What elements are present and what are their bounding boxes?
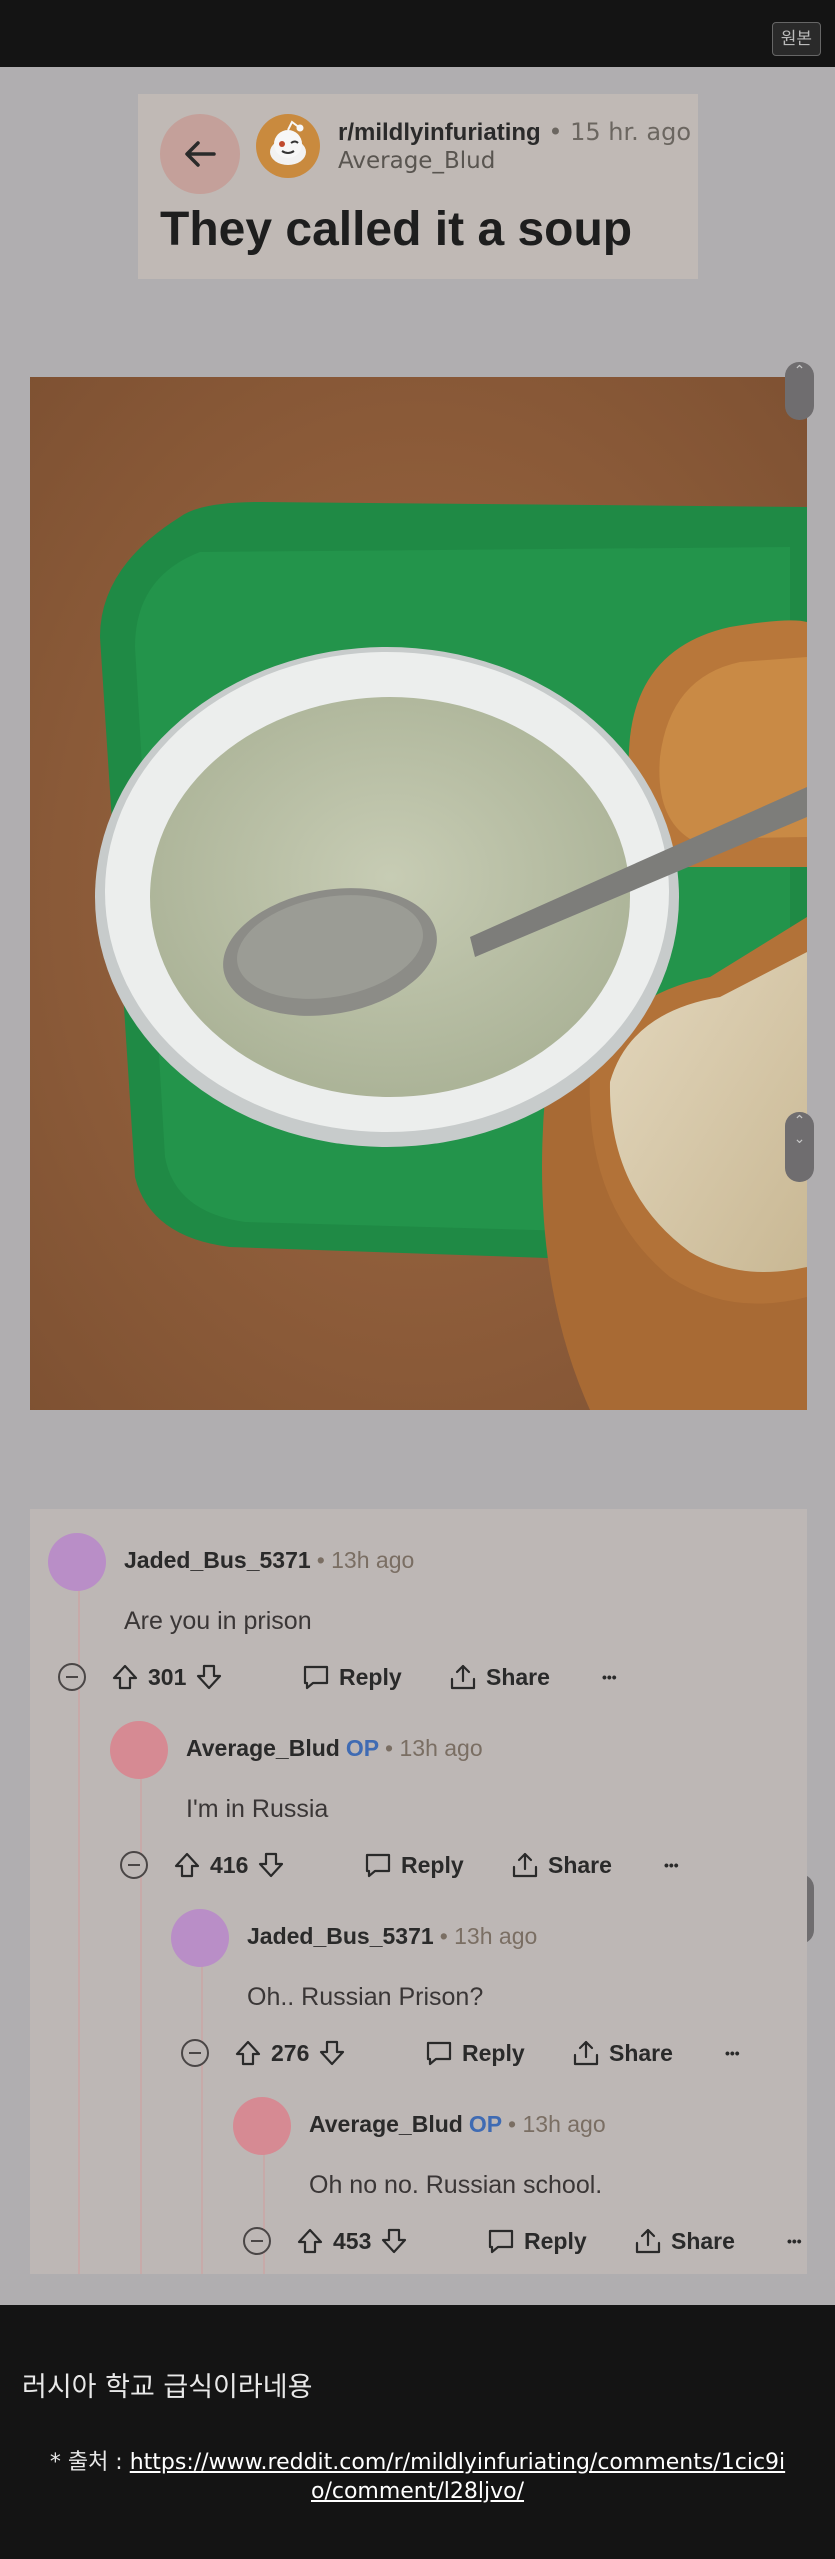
more-options-button[interactable]: ••• xyxy=(787,2221,802,2261)
comment-time: • 13h ago xyxy=(385,1735,483,1761)
share-icon xyxy=(450,1664,476,1690)
post-title: They called it a soup xyxy=(160,203,633,256)
comment-actions: 276 Reply Share ••• xyxy=(181,2033,807,2073)
upvote-icon[interactable] xyxy=(172,1850,202,1880)
vote-count: 453 xyxy=(333,2227,372,2254)
vote-group: 276 xyxy=(233,2033,347,2073)
vote-count: 416 xyxy=(210,1851,249,1878)
comment-username[interactable]: Jaded_Bus_5371 xyxy=(247,1923,434,1949)
reply-button[interactable]: Reply xyxy=(301,1657,402,1697)
comment-username[interactable]: Jaded_Bus_5371 xyxy=(124,1547,311,1573)
comment-body: Are you in prison xyxy=(124,1607,312,1635)
vote-count: 301 xyxy=(148,1663,187,1690)
thread-line xyxy=(201,1941,203,2274)
source-prefix: * 출처 : xyxy=(49,2450,130,2475)
reddit-snoo-icon xyxy=(270,120,306,165)
arrow-left-icon xyxy=(185,141,216,167)
subreddit-avatar[interactable] xyxy=(256,114,320,178)
share-icon xyxy=(573,2040,599,2066)
post-header: r/mildlyinfuriating • 15 hr. ago Average… xyxy=(138,94,698,279)
share-button[interactable]: Share xyxy=(448,1657,550,1697)
source-line: * 출처 : https://www.reddit.com/r/mildlyin… xyxy=(40,2448,795,2506)
comment-actions: 453 Reply Share ••• xyxy=(243,2221,807,2261)
original-image-button[interactable]: 원본 xyxy=(771,22,821,56)
scroll-handle-middle[interactable]: ⌃ ⌄ xyxy=(785,1112,814,1182)
comment-thread: Jaded_Bus_5371 • 13h ago Are you in priso… xyxy=(30,1509,807,2274)
comment-username[interactable]: Average_Blud xyxy=(309,2111,463,2137)
post-image xyxy=(30,377,807,1410)
comment-body: I'm in Russia xyxy=(186,1795,329,1823)
thread-line xyxy=(140,1754,142,2274)
caption-text: 러시아 학교 급식이라네용 xyxy=(22,2372,313,2403)
upvote-icon[interactable] xyxy=(295,2226,325,2256)
subreddit-link[interactable]: r/mildlyinfuriating xyxy=(338,119,541,146)
back-button[interactable] xyxy=(160,114,240,194)
reply-icon xyxy=(303,1665,329,1690)
downvote-icon[interactable] xyxy=(194,1662,224,1692)
reply-icon xyxy=(426,2041,452,2066)
more-options-button[interactable]: ••• xyxy=(602,1657,617,1697)
avatar[interactable] xyxy=(233,2097,291,2155)
collapse-button[interactable] xyxy=(243,2227,271,2255)
comment-body: Oh.. Russian Prison? xyxy=(247,1983,484,2011)
share-icon xyxy=(512,1852,538,1878)
downvote-icon[interactable] xyxy=(256,1850,286,1880)
reply-button[interactable]: Reply xyxy=(486,2221,587,2261)
downvote-icon[interactable] xyxy=(317,2038,347,2068)
source-link[interactable]: https://www.reddit.com/r/mildlyinfuriati… xyxy=(130,2450,785,2504)
more-options-button[interactable]: ••• xyxy=(664,1845,679,1885)
reply-icon xyxy=(488,2229,514,2254)
post-author[interactable]: Average_Blud xyxy=(338,148,495,174)
more-options-button[interactable]: ••• xyxy=(725,2033,740,2073)
downvote-icon[interactable] xyxy=(379,2226,409,2256)
post-meta: r/mildlyinfuriating • 15 hr. ago xyxy=(338,118,691,147)
avatar[interactable] xyxy=(171,1909,229,1967)
scroll-handle-top[interactable]: ⌃ xyxy=(785,362,814,420)
collapse-button[interactable] xyxy=(58,1663,86,1691)
reply-button[interactable]: Reply xyxy=(424,2033,525,2073)
comment-time: • 13h ago xyxy=(508,2111,606,2137)
share-button[interactable]: Share xyxy=(510,1845,612,1885)
post-time: 15 hr. ago xyxy=(570,118,692,146)
comment-actions: 416 Reply Share ••• xyxy=(120,1845,807,1885)
comment-time: • 13h ago xyxy=(439,1923,538,1949)
reply-icon xyxy=(365,1853,391,1878)
vote-group: 453 xyxy=(295,2221,409,2261)
vote-group: 416 xyxy=(172,1845,286,1885)
op-badge: OP xyxy=(345,1735,380,1761)
collapse-button[interactable] xyxy=(181,2039,209,2067)
share-button[interactable]: Share xyxy=(633,2221,735,2261)
image-viewer: r/mildlyinfuriating • 15 hr. ago Average… xyxy=(0,67,835,2305)
post-footer: 러시아 학교 급식이라네용 * 출처 : https://www.reddit.… xyxy=(0,2305,835,2559)
comment-time: • 13h ago xyxy=(316,1547,415,1573)
comment-username[interactable]: Average_Blud xyxy=(186,1735,340,1761)
soup-photo xyxy=(30,377,807,1410)
collapse-button[interactable] xyxy=(120,1851,148,1879)
share-button[interactable]: Share xyxy=(571,2033,673,2073)
avatar[interactable] xyxy=(48,1533,106,1591)
meta-separator: • xyxy=(548,118,563,146)
reply-button[interactable]: Reply xyxy=(363,1845,464,1885)
viewer-top-bar: 원본 xyxy=(0,0,835,67)
vote-group: 301 xyxy=(110,1657,224,1697)
upvote-icon[interactable] xyxy=(233,2038,263,2068)
vote-count: 276 xyxy=(271,2039,310,2066)
upvote-icon[interactable] xyxy=(110,1662,140,1692)
avatar[interactable] xyxy=(110,1721,168,1779)
op-badge: OP xyxy=(468,2111,503,2137)
comment-body: Oh no no. Russian school. xyxy=(309,2171,603,2199)
comment-actions: 301 Reply Share ••• xyxy=(58,1657,778,1697)
share-icon xyxy=(635,2228,661,2254)
